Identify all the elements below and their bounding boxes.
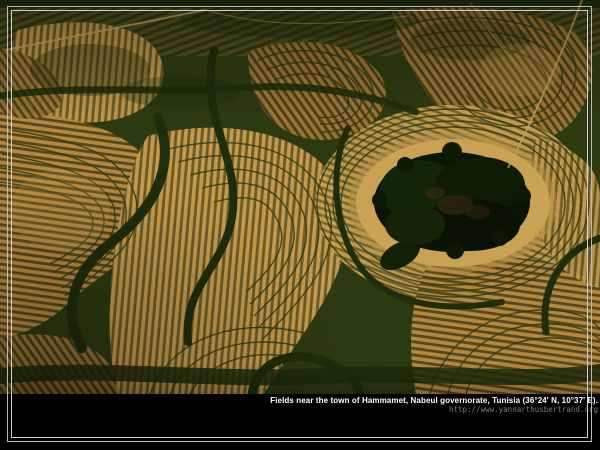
aerial-photo-canvas: [0, 0, 600, 394]
caption-text: Fields near the town of Hammamet, Nabeul…: [270, 396, 598, 405]
caption-block: Fields near the town of Hammamet, Nabeul…: [270, 396, 598, 414]
caption-url: http://www.yannarthusbertrand.org: [270, 405, 598, 414]
aerial-photo: [0, 0, 600, 394]
vignette-corner: [0, 0, 600, 394]
caption-bar: Fields near the town of Hammamet, Nabeul…: [0, 394, 600, 450]
